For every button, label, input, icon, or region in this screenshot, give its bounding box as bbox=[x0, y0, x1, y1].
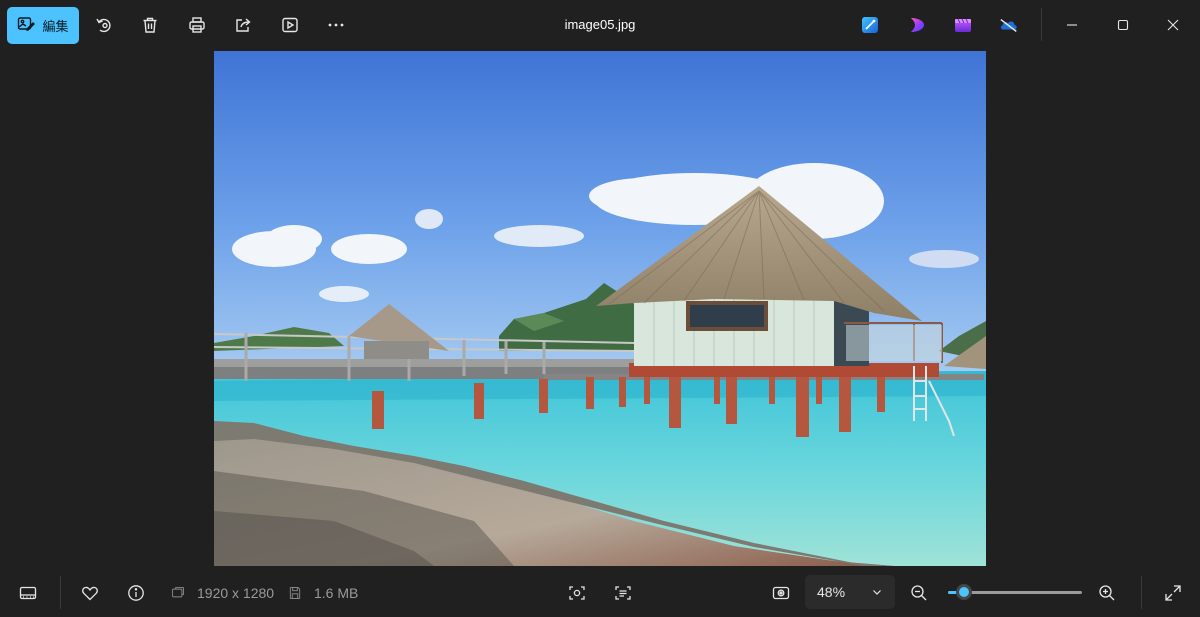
delete-icon[interactable] bbox=[137, 12, 163, 38]
zoom-level-value: 48% bbox=[817, 584, 846, 600]
photo-canvas[interactable] bbox=[214, 51, 986, 566]
zoom-slider[interactable] bbox=[948, 584, 1082, 600]
text-scan-icon[interactable] bbox=[611, 581, 635, 605]
file-size-icon bbox=[285, 581, 305, 605]
actual-size-icon[interactable] bbox=[769, 581, 793, 605]
bottom-separator-left bbox=[60, 576, 61, 609]
minimize-icon[interactable] bbox=[1061, 14, 1083, 36]
print-icon[interactable] bbox=[184, 12, 210, 38]
zoom-out-icon[interactable] bbox=[907, 581, 931, 605]
designer-icon[interactable] bbox=[860, 15, 880, 35]
edit-button[interactable]: 編集 bbox=[7, 7, 79, 44]
window-title: image05.jpg bbox=[564, 17, 636, 32]
zoom-in-icon[interactable] bbox=[1095, 581, 1119, 605]
title-separator bbox=[1041, 8, 1042, 41]
zoom-slider-thumb[interactable] bbox=[956, 584, 972, 600]
fullscreen-icon[interactable] bbox=[1161, 581, 1185, 605]
clipchamp-icon[interactable] bbox=[953, 15, 973, 35]
zoom-level-dropdown[interactable]: 48% bbox=[805, 575, 895, 609]
file-size: 1.6 MB bbox=[314, 585, 359, 601]
favorite-heart-icon[interactable] bbox=[78, 581, 102, 605]
rotate-icon[interactable] bbox=[91, 12, 117, 38]
info-icon[interactable] bbox=[124, 581, 148, 605]
filmstrip-icon[interactable] bbox=[16, 581, 40, 605]
more-icon[interactable] bbox=[323, 12, 349, 38]
close-icon[interactable] bbox=[1162, 14, 1184, 36]
edit-button-label: 編集 bbox=[42, 19, 69, 34]
chevron-down-icon bbox=[871, 585, 883, 601]
slideshow-icon[interactable] bbox=[277, 12, 303, 38]
visual-search-icon[interactable] bbox=[565, 581, 589, 605]
edit-image-icon bbox=[17, 15, 36, 36]
title-bar: 編集 image05.jpg bbox=[0, 0, 1200, 50]
status-bar: 1920 x 1280 1.6 MB 48% bbox=[0, 567, 1200, 617]
overwater-bungalow-photo bbox=[214, 51, 986, 566]
onedrive-icon[interactable] bbox=[999, 15, 1019, 35]
resolution-icon bbox=[168, 581, 188, 605]
image-dimensions: 1920 x 1280 bbox=[197, 585, 275, 601]
share-icon[interactable] bbox=[230, 12, 256, 38]
maximize-icon[interactable] bbox=[1112, 14, 1134, 36]
bottom-separator-right bbox=[1141, 576, 1142, 609]
clipchamp-purple-icon[interactable] bbox=[907, 15, 927, 35]
